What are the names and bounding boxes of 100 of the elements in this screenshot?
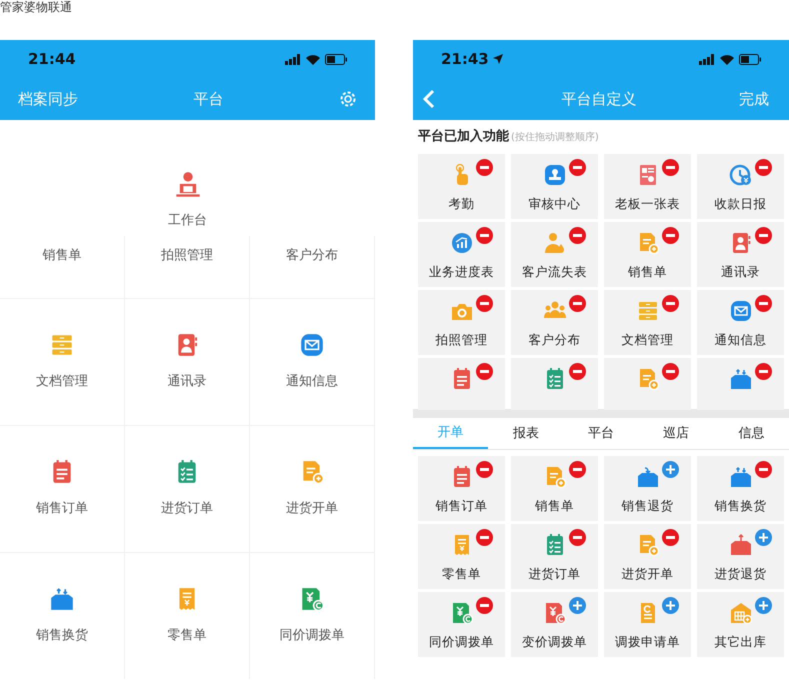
remove-badge[interactable]	[662, 363, 679, 380]
function-tile[interactable]: 销售订单	[418, 456, 505, 521]
category-tab[interactable]: 报表	[488, 418, 564, 449]
nav-title: 平台	[194, 88, 224, 110]
battery-icon	[325, 54, 347, 64]
function-tile[interactable]: 销售单	[604, 222, 691, 287]
section-hint: (按住拖动调整顺序)	[511, 130, 599, 144]
wifi-icon	[720, 54, 734, 64]
warehouse-icon	[728, 601, 752, 625]
grid-tile[interactable]: 通讯录	[125, 298, 250, 425]
grid-tile[interactable]: 进货订单	[125, 425, 250, 552]
wifi-icon	[306, 54, 320, 64]
remove-badge[interactable]	[476, 597, 493, 614]
function-tile[interactable]: 同价调拨单	[418, 592, 505, 657]
add-badge[interactable]	[662, 461, 679, 478]
person-at-desk-icon	[174, 170, 202, 198]
signal-icon	[285, 54, 301, 64]
grid-tile[interactable]: 销售换货	[0, 552, 125, 679]
function-tile[interactable]	[604, 358, 691, 410]
clock-icon	[728, 163, 752, 187]
remove-badge[interactable]	[476, 159, 493, 176]
section-title: 平台已加入功能	[418, 128, 509, 146]
clock-time: 21:43	[441, 48, 489, 70]
remove-badge[interactable]	[662, 159, 679, 176]
function-tile[interactable]: 销售换货	[697, 456, 784, 521]
back-icon[interactable]	[423, 89, 435, 109]
function-tile[interactable]: 考勤	[418, 154, 505, 219]
function-tile[interactable]	[697, 358, 784, 410]
function-tile[interactable]: 销售单	[511, 456, 598, 521]
signal-icon	[699, 54, 715, 64]
remove-badge[interactable]	[755, 227, 772, 244]
category-tab[interactable]: 巡店	[638, 418, 714, 449]
add-badge[interactable]	[755, 597, 772, 614]
grid-tile[interactable]: 同价调拨单	[250, 552, 375, 679]
function-tile[interactable]: 销售退货	[604, 456, 691, 521]
grid-tile[interactable]: 销售订单	[0, 425, 125, 552]
mail-icon	[728, 299, 752, 323]
category-tab[interactable]: 信息	[714, 418, 789, 449]
function-tile[interactable]: 客户流失表	[511, 222, 598, 287]
remove-badge[interactable]	[755, 159, 772, 176]
remove-badge[interactable]	[569, 529, 586, 546]
function-tile[interactable]: 审核中心	[511, 154, 598, 219]
person-with-drop-icon	[542, 231, 566, 255]
remove-badge[interactable]	[476, 295, 493, 312]
remove-badge[interactable]	[476, 363, 493, 380]
mail-icon	[299, 332, 325, 358]
function-tile[interactable]: 业务进度表	[418, 222, 505, 287]
function-tile[interactable]	[418, 358, 505, 410]
grid-tile[interactable]: 通知信息	[250, 298, 375, 425]
function-tile[interactable]: 通讯录	[697, 222, 784, 287]
remove-badge[interactable]	[662, 295, 679, 312]
remove-badge[interactable]	[476, 529, 493, 546]
clock-time: 21:44	[28, 48, 76, 70]
remove-badge[interactable]	[569, 363, 586, 380]
add-badge[interactable]	[569, 597, 586, 614]
remove-badge[interactable]	[569, 227, 586, 244]
tray-arrow-icon	[636, 465, 660, 489]
function-tile[interactable]: 收款日报	[697, 154, 784, 219]
function-tile[interactable]: 客户分布	[511, 290, 598, 355]
remove-badge[interactable]	[662, 227, 679, 244]
grid-tile[interactable]: 进货开单	[250, 425, 375, 552]
remove-badge[interactable]	[569, 461, 586, 478]
caption: 管家婆物联通	[0, 0, 72, 14]
remove-badge[interactable]	[755, 363, 772, 380]
function-tile[interactable]: 拍照管理	[418, 290, 505, 355]
category-tab[interactable]: 平台	[563, 418, 639, 449]
grid-tile[interactable]: 拍照管理	[125, 236, 250, 298]
function-tile[interactable]: 文档管理	[604, 290, 691, 355]
grid-tile[interactable]: 销售单	[0, 236, 125, 298]
bar-chart-icon	[450, 231, 474, 255]
function-tile[interactable]: 进货开单	[604, 524, 691, 589]
function-tile[interactable]: 进货订单	[511, 524, 598, 589]
tray-swap-arrows-icon	[728, 367, 752, 391]
function-tile[interactable]: 其它出库	[697, 592, 784, 657]
grid-tile[interactable]: 客户分布	[250, 236, 375, 298]
grid-tile[interactable]: 文档管理	[0, 298, 125, 425]
function-tile[interactable]: 老板一张表	[604, 154, 691, 219]
tray-swap-arrows-icon	[728, 465, 752, 489]
remove-badge[interactable]	[476, 227, 493, 244]
function-tile[interactable]: 调拨申请单	[604, 592, 691, 657]
remove-badge[interactable]	[476, 461, 493, 478]
nav-title: 平台自定义	[560, 88, 636, 110]
stamp-icon	[542, 163, 566, 187]
remove-badge[interactable]	[755, 295, 772, 312]
function-tile[interactable]: 零售单	[418, 524, 505, 589]
function-tile[interactable]: 进货退货	[697, 524, 784, 589]
tile-label: 工作台	[168, 212, 207, 230]
battery-icon	[739, 54, 761, 64]
settings-icon[interactable]	[339, 90, 357, 108]
function-tile[interactable]	[511, 358, 598, 410]
add-badge[interactable]	[662, 597, 679, 614]
grid-tile[interactable]: 零售单	[125, 552, 250, 679]
add-badge[interactable]	[755, 529, 772, 546]
tray-swap-arrows-icon	[49, 586, 75, 612]
remove-badge[interactable]	[662, 529, 679, 546]
remove-badge[interactable]	[755, 461, 772, 478]
remove-badge[interactable]	[569, 295, 586, 312]
remove-badge[interactable]	[569, 159, 586, 176]
function-tile[interactable]: 通知信息	[697, 290, 784, 355]
function-tile[interactable]: 变价调拨单	[511, 592, 598, 657]
